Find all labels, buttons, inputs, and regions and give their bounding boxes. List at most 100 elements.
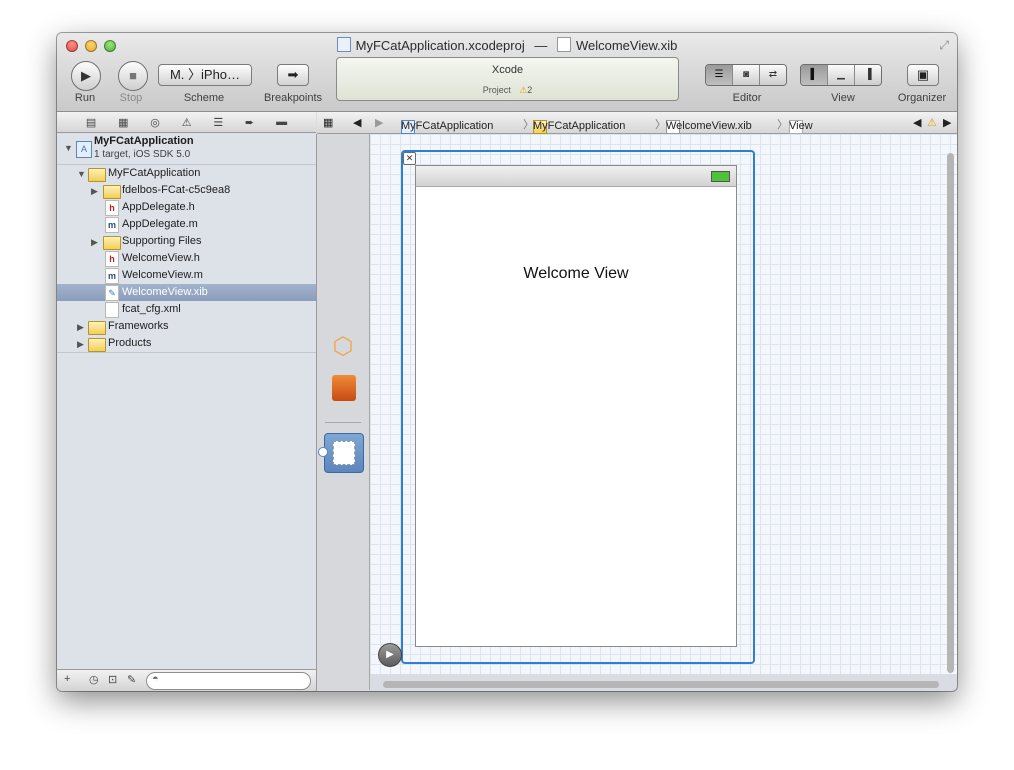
disclosure-closed-icon[interactable]: ▶ (91, 183, 98, 200)
welcome-view[interactable]: Welcome View (415, 165, 737, 647)
crumb-label: MyFCatApplication (533, 120, 626, 132)
disclosure-open-icon[interactable]: ▼ (64, 143, 73, 153)
issue-navigator-icon[interactable]: ⚠ (182, 116, 192, 129)
add-file-button[interactable]: + (64, 673, 70, 685)
stop-icon: ■ (129, 68, 137, 83)
xcode-window: MyFCatApplication.xcodeproj — WelcomeVie… (57, 33, 957, 691)
implementation-file-icon: m (105, 217, 119, 233)
previous-issue-icon[interactable]: ◀ (913, 116, 921, 129)
back-arrow-icon[interactable]: ◀ (353, 116, 361, 129)
vertical-scrollbar[interactable] (947, 153, 954, 673)
project-name: MyFCatApplication (94, 135, 194, 147)
close-view-icon[interactable]: ✕ (403, 152, 416, 165)
breakpoint-icon: ➡ (287, 67, 299, 82)
welcome-label[interactable]: Welcome View (416, 265, 736, 283)
navigator-toggle-button[interactable]: ▌ (801, 65, 828, 85)
crumb-label: View (789, 120, 813, 132)
tree-row-fcat-cfg-xml[interactable]: fcat_cfg.xml (57, 301, 316, 318)
implementation-file-icon: m (105, 268, 119, 284)
tree-label: WelcomeView.m (122, 269, 203, 281)
tree-row-products[interactable]: ▶ Products (57, 335, 316, 353)
related-items-icon[interactable]: ▦ (323, 116, 333, 129)
header-file-icon: h (105, 200, 119, 216)
organizer-icon: ▣ (916, 67, 930, 82)
tree-label: fdelbos-FCat-c5c9ea8 (122, 184, 231, 196)
project-icon: A (76, 141, 92, 158)
tree-row-welcomeview-m[interactable]: m WelcomeView.m (57, 267, 316, 284)
tree-label: AppDelegate.h (122, 201, 195, 213)
tree-row-myfcatapplication[interactable]: ▼ MyFCatApplication (57, 165, 316, 182)
tree-row-appdelegate-m[interactable]: m AppDelegate.m (57, 216, 316, 233)
disclosure-closed-icon[interactable]: ▶ (77, 319, 84, 336)
project-navigator-icon[interactable]: ▤ (86, 116, 96, 129)
tree-label: MyFCatApplication (108, 167, 201, 179)
ib-dock: ⬡ (317, 134, 370, 690)
scheme-popup[interactable]: M. 〉iPho… (158, 64, 252, 86)
assistant-editor-button[interactable]: ◙ (733, 65, 760, 85)
project-navigator: ▼ A MyFCatApplication 1 target, iOS SDK … (57, 134, 317, 669)
disclosure-closed-icon[interactable]: ▶ (91, 234, 98, 251)
organizer-button[interactable]: ▣ (907, 64, 939, 86)
next-issue-icon[interactable]: ▶ (943, 116, 951, 129)
battery-icon (711, 171, 730, 182)
log-navigator-icon[interactable]: ▬ (276, 116, 287, 128)
run-button[interactable]: ▶ (71, 61, 101, 91)
view-object-icon[interactable] (324, 433, 364, 473)
tree-row-supporting-files[interactable]: ▶ Supporting Files (57, 233, 316, 250)
standard-editor-button[interactable]: ☰ (706, 65, 733, 85)
tree-label: Frameworks (108, 320, 169, 332)
tree-row-fdelbos-fcat[interactable]: ▶ fdelbos-FCat-c5c9ea8 (57, 182, 316, 199)
stop-label: Stop (119, 92, 143, 104)
version-editor-button[interactable]: ⇄ (760, 65, 786, 85)
view-thumbnail (333, 441, 355, 465)
recent-files-icon[interactable]: ◷ (89, 673, 99, 686)
tree-row-frameworks[interactable]: ▶ Frameworks (57, 318, 316, 335)
forward-arrow-icon[interactable]: ▶ (375, 116, 383, 129)
navigator-selector-bar: ▤ ▦ ◎ ⚠ ☰ ➨ ▬ (57, 112, 316, 133)
navigator-filter-field[interactable]: ◓ (146, 672, 311, 690)
activity-app-name: Xcode (491, 64, 524, 76)
stop-button[interactable]: ■ (118, 61, 148, 91)
symbol-navigator-icon[interactable]: ▦ (118, 116, 128, 129)
view-segmented-control: ▌ ▁ ▐ (800, 64, 882, 86)
horizontal-scrollbar[interactable] (383, 681, 939, 688)
disclosure-open-icon[interactable]: ▼ (77, 166, 86, 183)
tree-row-welcomeview-xib[interactable]: ✎ WelcomeView.xib (57, 284, 316, 301)
tree-row-welcomeview-h[interactable]: h WelcomeView.h (57, 250, 316, 267)
title-separator: — (534, 38, 548, 53)
first-responder-icon[interactable] (332, 375, 356, 401)
files-owner-icon[interactable]: ⬡ (330, 333, 356, 361)
simulated-status-bar (416, 166, 736, 187)
project-doc-icon (336, 37, 351, 52)
project-subtitle: 1 target, iOS SDK 5.0 (94, 149, 191, 160)
activity-project-status[interactable]: Project ⚠2 (337, 85, 678, 96)
breakpoints-button[interactable]: ➡ (277, 64, 309, 86)
folder-icon (88, 338, 106, 352)
title-file: WelcomeView.xib (575, 38, 678, 53)
editor-label: Editor (732, 92, 762, 104)
dock-expand-icon[interactable] (318, 447, 328, 457)
debug-navigator-icon[interactable]: ☰ (213, 116, 223, 129)
fullscreen-icon[interactable]: ⤢ (939, 38, 949, 53)
play-icon: ▶ (81, 68, 91, 83)
search-navigator-icon[interactable]: ◎ (150, 116, 160, 129)
scm-filter-icon[interactable]: ⊡ (108, 673, 117, 686)
editor-segmented-control: ☰ ◙ ⇄ (705, 64, 787, 86)
breakpoint-navigator-icon[interactable]: ➨ (245, 116, 254, 129)
warning-count: 2 (527, 85, 533, 95)
xib-doc-icon (556, 37, 571, 52)
warning-icon[interactable]: ⚠ (927, 116, 937, 129)
tree-row-appdelegate-h[interactable]: h AppDelegate.h (57, 199, 316, 216)
navigator-footer: + ◷ ⊡ ✎ ◓ (57, 669, 317, 691)
simulate-document-icon[interactable]: ▶ (378, 643, 402, 667)
debug-area-toggle-button[interactable]: ▁ (828, 65, 855, 85)
project-root-row[interactable]: ▼ A MyFCatApplication 1 target, iOS SDK … (57, 134, 316, 165)
xml-file-icon (105, 302, 119, 318)
tree-label: WelcomeView.xib (122, 286, 208, 298)
utilities-toggle-button[interactable]: ▐ (855, 65, 881, 85)
tree-label: Products (108, 337, 152, 349)
disclosure-closed-icon[interactable]: ▶ (77, 336, 84, 353)
edited-files-icon[interactable]: ✎ (127, 673, 136, 686)
folder-icon (103, 236, 121, 250)
activity-viewer: Xcode Project ⚠2 (336, 57, 679, 101)
